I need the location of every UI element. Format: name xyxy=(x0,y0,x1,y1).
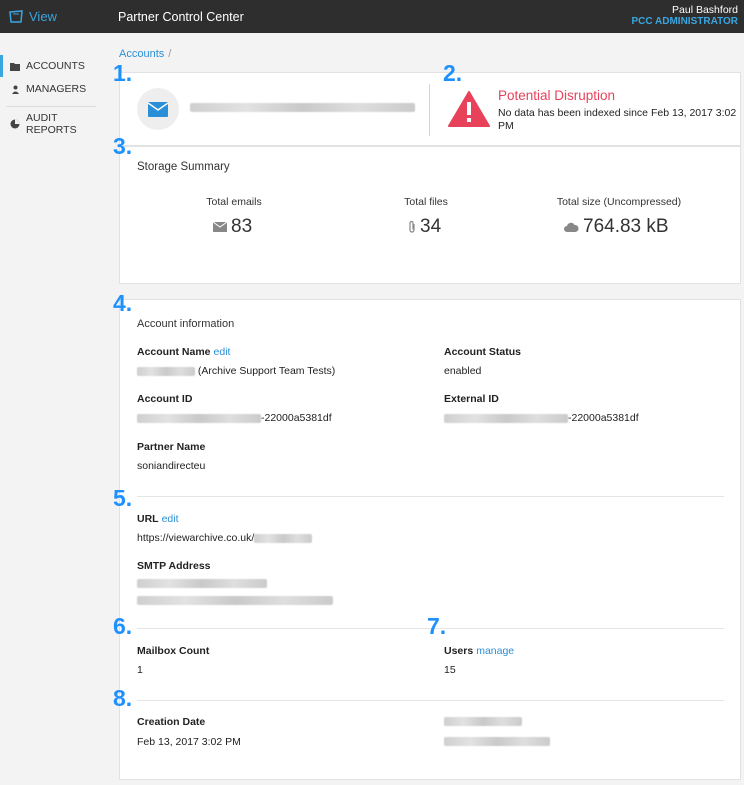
creation-date-label: Creation Date xyxy=(137,716,206,728)
annotation-marker: 5. xyxy=(113,485,133,511)
url-label-text: URL xyxy=(137,513,159,525)
annotation-marker: 4. xyxy=(113,290,133,316)
total-files-value: 34 xyxy=(420,216,442,237)
total-size-stat: 764.83 kB xyxy=(563,216,669,238)
top-bar: View Partner Control Center Paul Bashfor… xyxy=(0,0,744,33)
total-size-label: Total size (Uncompressed) xyxy=(556,196,682,208)
account-id-redacted xyxy=(137,413,261,423)
external-id-suffix: -22000a5381df xyxy=(568,412,639,424)
brand-logo[interactable]: View xyxy=(8,9,57,24)
users-label: Users manage xyxy=(444,645,514,657)
user-menu[interactable]: Paul Bashford PCC ADMINISTRATOR xyxy=(632,4,738,28)
partner-name-value: soniandirecteu xyxy=(137,460,206,472)
account-id-label: Account ID xyxy=(137,393,193,405)
user-role: PCC ADMINISTRATOR xyxy=(631,16,738,27)
account-id-suffix: -22000a5381df xyxy=(261,412,332,424)
sidebar-item-managers[interactable]: MANAGERS xyxy=(0,78,100,100)
external-id-value: -22000a5381df xyxy=(444,412,639,424)
cloud-icon xyxy=(563,222,579,233)
alert-message: No data has been indexed since Feb 13, 2… xyxy=(498,107,737,132)
account-email-redacted xyxy=(190,103,415,112)
user-name: Paul Bashford xyxy=(672,4,738,16)
total-files-stat: 34 xyxy=(408,216,441,238)
total-emails-label: Total emails xyxy=(206,196,262,208)
account-name-label-text: Account Name xyxy=(137,346,211,358)
view-logo-icon xyxy=(9,9,23,23)
total-emails-value: 83 xyxy=(231,216,253,237)
smtp-address-redacted xyxy=(137,596,333,605)
breadcrumb: Accounts / xyxy=(119,48,171,60)
account-name-value: (Archive Support Team Tests) xyxy=(137,365,335,377)
account-information-title: Account information xyxy=(137,318,235,330)
redacted-label xyxy=(444,717,522,726)
users-manage-link[interactable]: manage xyxy=(476,645,514,657)
sidebar: ACCOUNTS MANAGERS AUDIT REPORTS xyxy=(0,33,104,785)
annotation-marker: 7. xyxy=(427,613,447,639)
section-divider xyxy=(137,496,724,497)
account-avatar xyxy=(137,88,179,130)
users-label-text: Users xyxy=(444,645,474,657)
total-files-label: Total files xyxy=(404,196,448,208)
total-size-value: 764.83 kB xyxy=(583,216,669,237)
creation-date-value: Feb 13, 2017 3:02 PM xyxy=(137,736,241,748)
smtp-address-redacted xyxy=(137,579,267,588)
sidebar-item-label: AUDIT REPORTS xyxy=(26,112,77,136)
account-name-edit-link[interactable]: edit xyxy=(214,346,231,358)
section-divider xyxy=(137,700,724,701)
storage-summary-title: Storage Summary xyxy=(137,161,230,173)
alert-title: Potential Disruption xyxy=(498,88,616,103)
sidebar-item-accounts[interactable]: ACCOUNTS xyxy=(0,55,100,77)
pie-chart-icon xyxy=(10,119,20,129)
url-edit-link[interactable]: edit xyxy=(162,513,179,525)
brand-name: View xyxy=(29,9,57,24)
sidebar-item-audit-reports[interactable]: AUDIT REPORTS xyxy=(0,112,100,136)
annotation-marker: 3. xyxy=(113,133,133,159)
redacted-value xyxy=(444,737,550,746)
paperclip-icon xyxy=(408,220,416,234)
mailbox-count-label: Mailbox Count xyxy=(137,645,210,657)
sidebar-item-label: ACCOUNTS xyxy=(26,60,85,72)
total-emails-stat: 83 xyxy=(213,216,252,238)
account-name-suffix: (Archive Support Team Tests) xyxy=(197,365,336,377)
header-divider xyxy=(429,84,430,136)
breadcrumb-separator: / xyxy=(168,48,172,60)
annotation-marker: 2. xyxy=(443,60,463,86)
external-id-redacted xyxy=(444,413,568,423)
sidebar-divider xyxy=(6,106,96,107)
url-value-text: https://viewarchive.co.uk/ xyxy=(137,532,255,544)
breadcrumb-accounts-link[interactable]: Accounts xyxy=(119,48,164,60)
mail-icon xyxy=(148,101,168,117)
account-id-value: -22000a5381df xyxy=(137,412,332,424)
folder-icon xyxy=(10,61,20,71)
account-status-value: enabled xyxy=(444,365,482,377)
smtp-address-label: SMTP Address xyxy=(137,560,211,572)
mailbox-count-value: 1 xyxy=(137,664,143,676)
account-name-redacted xyxy=(137,366,195,376)
url-value: https://viewarchive.co.uk/ xyxy=(137,532,313,544)
annotation-marker: 1. xyxy=(113,60,133,86)
external-id-label: External ID xyxy=(444,393,499,405)
partner-name-label: Partner Name xyxy=(137,441,206,453)
warning-icon xyxy=(448,91,490,127)
url-path-redacted xyxy=(254,533,313,543)
annotation-marker: 6. xyxy=(113,613,133,639)
url-label: URL edit xyxy=(137,513,179,525)
envelope-icon xyxy=(213,222,227,232)
user-icon xyxy=(10,84,20,94)
users-value: 15 xyxy=(444,664,456,676)
account-status-label: Account Status xyxy=(444,346,522,358)
account-name-label: Account Name edit xyxy=(137,346,230,358)
app-title: Partner Control Center xyxy=(118,10,244,24)
sidebar-item-label: MANAGERS xyxy=(26,83,87,95)
annotation-marker: 8. xyxy=(113,685,133,711)
